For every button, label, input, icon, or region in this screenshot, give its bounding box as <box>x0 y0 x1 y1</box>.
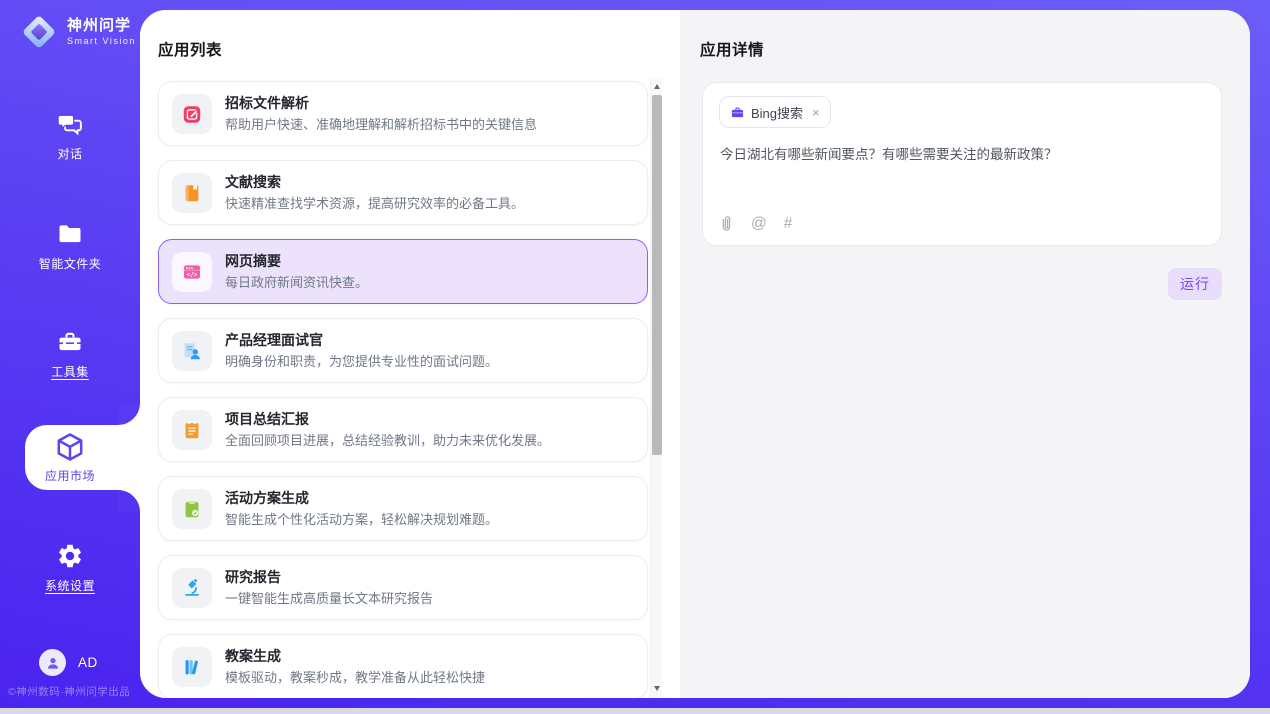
hash-icon[interactable]: # <box>784 216 793 232</box>
app-title: 产品经理面试官 <box>225 330 323 350</box>
clipboard-check-icon <box>172 489 212 529</box>
books-icon <box>172 647 212 687</box>
sidebar-item-market[interactable]: 应用市场 <box>25 425 140 490</box>
close-icon[interactable]: × <box>812 106 820 119</box>
scroll-down-icon[interactable] <box>654 686 660 691</box>
brand-logo-icon <box>20 13 58 51</box>
user-profile[interactable]: AD <box>39 649 98 676</box>
scrollbar[interactable] <box>650 78 662 698</box>
sidebar-item-label: 系统设置 <box>45 577 95 594</box>
app-window: 神州问学 Smart Vision 对话 智能文件夹 <box>0 0 1270 714</box>
cube-icon <box>54 431 86 463</box>
app-card-research-report[interactable]: 研究报告 一键智能生成高质量长文本研究报告 <box>158 555 648 620</box>
run-button[interactable]: 运行 <box>1168 268 1222 300</box>
app-list-title: 应用列表 <box>158 38 222 60</box>
microscope-icon <box>172 568 212 608</box>
tool-chip-bing-search[interactable]: Bing搜索 × <box>719 96 831 128</box>
app-desc: 模板驱动，教案秒成，教学准备从此轻松快捷 <box>225 667 485 686</box>
app-card-project-summary[interactable]: 项目总结汇报 全面回顾项目进展，总结经验教训，助力未来优化发展。 <box>158 397 648 462</box>
composer-toolbar: @ # <box>719 215 792 233</box>
app-title: 文献搜索 <box>225 172 281 192</box>
app-card-pm-interviewer[interactable]: 产品经理面试官 明确身份和职责，为您提供专业性的面试问题。 <box>158 318 648 383</box>
sidebar-item-label: 智能文件夹 <box>39 255 102 272</box>
tab-flare-bottom <box>118 490 140 512</box>
app-card-activity-plan[interactable]: 活动方案生成 智能生成个性化活动方案，轻松解决规划难题。 <box>158 476 648 541</box>
doc-edit-icon <box>172 94 212 134</box>
brand-logo: 神州问学 Smart Vision <box>20 13 136 51</box>
app-desc: 帮助用户快速、准确地理解和解析招标书中的关键信息 <box>225 114 537 133</box>
app-desc: 明确身份和职责，为您提供专业性的面试问题。 <box>225 351 498 370</box>
app-desc: 全面回顾项目进展，总结经验教训，助力未来优化发展。 <box>225 430 550 449</box>
app-title: 招标文件解析 <box>225 93 309 113</box>
brand-subtitle: Smart Vision <box>67 36 136 46</box>
at-icon[interactable]: @ <box>751 216 767 232</box>
gear-icon <box>56 542 84 570</box>
svg-text:</>: </> <box>187 272 198 279</box>
app-detail-title: 应用详情 <box>700 38 764 60</box>
paperclip-icon[interactable] <box>719 215 734 233</box>
sidebar-item-folders[interactable]: 智能文件夹 <box>0 220 140 272</box>
app-card-bid-parse[interactable]: 招标文件解析 帮助用户快速、准确地理解和解析招标书中的关键信息 <box>158 81 648 146</box>
app-title: 教案生成 <box>225 646 281 666</box>
sidebar-item-label: 对话 <box>57 145 82 162</box>
prompt-card[interactable]: Bing搜索 × 今日湖北有哪些新闻要点？有哪些需要关注的最新政策？ @ # <box>702 82 1222 246</box>
folder-icon <box>56 220 84 248</box>
tab-flare-top <box>118 403 140 425</box>
main-content: 应用列表 招标文件解析 帮助用户快速、准确地理解和解析招标书中的关键信息 <box>140 10 1250 698</box>
book-icon <box>172 173 212 213</box>
brand-name: 神州问学 <box>67 18 136 34</box>
app-card-web-summary[interactable]: </> 网页摘要 每日政府新闻资讯快查。 <box>158 239 648 304</box>
app-desc: 智能生成个性化活动方案，轻松解决规划难题。 <box>225 509 498 528</box>
notepad-icon <box>172 410 212 450</box>
interviewer-icon <box>172 331 212 371</box>
sidebar-item-label: 应用市场 <box>45 467 95 484</box>
scroll-up-icon[interactable] <box>654 84 660 89</box>
avatar <box>39 649 66 676</box>
app-card-lesson-plan[interactable]: 教案生成 模板驱动，教案秒成，教学准备从此轻松快捷 <box>158 634 648 698</box>
sidebar-item-label: 工具集 <box>51 363 89 380</box>
toolbox-icon <box>56 328 84 356</box>
chat-icon <box>56 110 84 138</box>
app-title: 项目总结汇报 <box>225 409 309 429</box>
briefcase-icon <box>730 105 745 120</box>
sidebar-item-chat[interactable]: 对话 <box>0 110 140 162</box>
app-card-literature-search[interactable]: 文献搜索 快速精准查找学术资源，提高研究效率的必备工具。 <box>158 160 648 225</box>
app-detail-panel: 应用详情 Bing搜索 × 今日湖北有哪些新闻要点？有哪些需要关注的最新政策？ <box>680 10 1250 698</box>
user-initials: AD <box>78 655 98 670</box>
person-icon <box>44 654 62 672</box>
sidebar-item-tools[interactable]: 工具集 <box>0 328 140 380</box>
app-title: 活动方案生成 <box>225 488 309 508</box>
sidebar-item-settings[interactable]: 系统设置 <box>0 542 140 594</box>
scrollbar-thumb[interactable] <box>652 95 662 455</box>
app-list-panel: 应用列表 招标文件解析 帮助用户快速、准确地理解和解析招标书中的关键信息 <box>140 10 680 698</box>
app-desc: 快速精准查找学术资源，提高研究效率的必备工具。 <box>225 193 524 212</box>
prompt-text[interactable]: 今日湖北有哪些新闻要点？有哪些需要关注的最新政策？ <box>720 146 1200 163</box>
app-desc: 每日政府新闻资讯快查。 <box>225 272 368 291</box>
app-title: 网页摘要 <box>225 251 281 271</box>
copyright-footer: ©神州数码·神州问学出品 <box>8 684 130 699</box>
app-desc: 一键智能生成高质量长文本研究报告 <box>225 588 433 607</box>
app-title: 研究报告 <box>225 567 281 587</box>
browser-code-icon: </> <box>172 252 212 292</box>
tool-chip-label: Bing搜索 <box>751 103 803 122</box>
